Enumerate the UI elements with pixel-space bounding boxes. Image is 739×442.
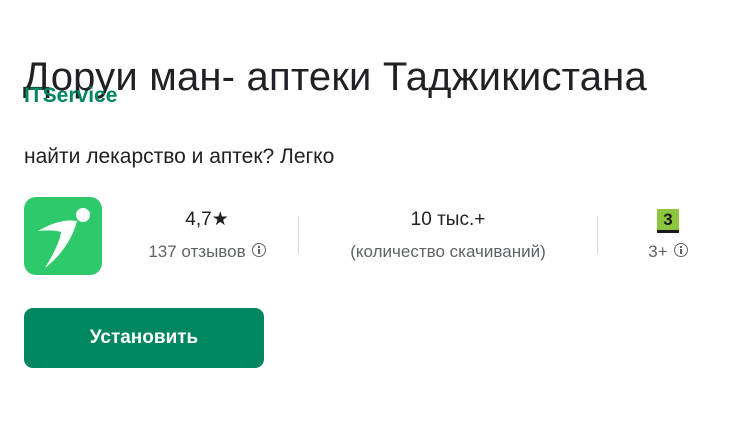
info-icon[interactable] [251,243,266,257]
rating-value: 4,7 [185,209,212,230]
reviews-count-row: 137 отзывов [134,241,280,263]
reviews-count: 137 отзывов [148,242,246,261]
info-icon[interactable] [673,243,688,257]
content-rating-badge-row: 3 [628,207,708,233]
content-rating-badge: 3 [657,209,679,233]
running-figure-icon [38,208,90,268]
rating-value-row: 4,7★ [134,207,280,233]
content-rating-label: 3+ [648,242,668,261]
downloads-stat: 10 тыс.+ (количество скачиваний) [318,207,578,263]
install-button[interactable]: Установить [24,308,264,368]
stat-divider [597,216,598,254]
downloads-value: 10 тыс.+ [410,209,486,230]
star-icon: ★ [211,209,229,230]
rating-stat: 4,7★ 137 отзывов [134,207,280,263]
stat-divider [298,216,299,254]
downloads-label: (количество скачиваний) [350,242,546,261]
app-tagline: найти лекарство и аптек? Легко [24,145,335,168]
developer-link[interactable]: ITService [24,83,117,109]
content-rating-stat: 3 3+ [628,207,708,263]
app-icon [24,197,102,275]
content-rating-row: 3+ [628,241,708,263]
